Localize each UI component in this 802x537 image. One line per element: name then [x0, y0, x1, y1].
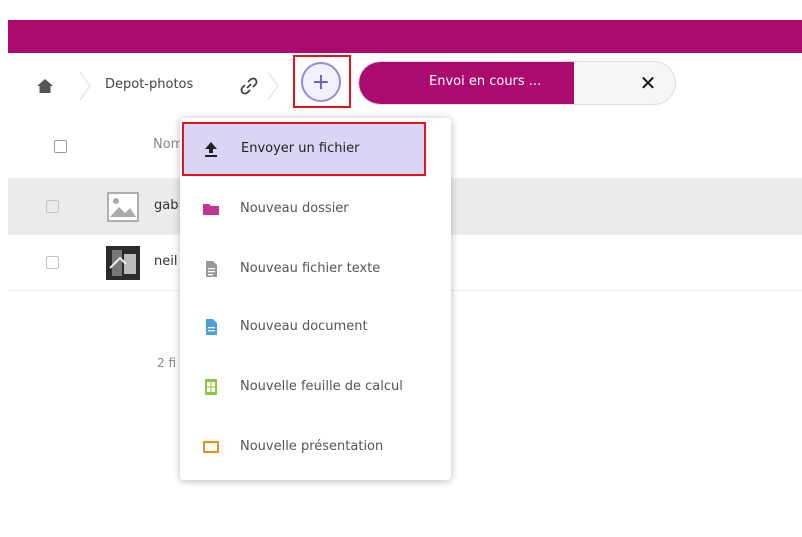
text-file-icon — [206, 261, 217, 277]
menu-item-label: Nouveau document — [240, 319, 368, 334]
breadcrumb-bar: Depot-photos + Envoi en cours ... ✕ — [8, 53, 802, 121]
share-link-icon[interactable] — [238, 75, 260, 97]
close-icon: ✕ — [639, 71, 657, 95]
menu-item-label: Nouvelle feuille de calcul — [240, 379, 403, 394]
menu-item-upload-file[interactable]: Envoyer un fichier — [182, 122, 426, 176]
image-placeholder-icon — [107, 192, 139, 222]
cancel-upload-button[interactable]: ✕ — [620, 61, 676, 105]
document-icon — [206, 319, 217, 335]
column-header-name[interactable]: Nom — [153, 137, 183, 152]
plus-icon: + — [311, 69, 331, 95]
file-name[interactable]: gab — [154, 198, 178, 213]
upload-icon — [205, 142, 217, 157]
breadcrumb-folder[interactable]: Depot-photos — [105, 77, 193, 92]
spreadsheet-icon — [205, 379, 217, 395]
menu-item-label: Nouveau fichier texte — [240, 261, 381, 276]
breadcrumb-separator — [79, 71, 91, 101]
menu-item-label: Nouvelle présentation — [240, 439, 384, 454]
menu-item-new-text-file[interactable]: Nouveau fichier texte — [180, 240, 451, 298]
folder-icon — [203, 204, 219, 215]
menu-item-label: Envoyer un fichier — [241, 141, 360, 156]
file-count-summary: 2 fi — [157, 356, 177, 370]
presentation-icon — [203, 441, 219, 453]
breadcrumb-separator — [267, 71, 279, 101]
home-icon[interactable] — [36, 77, 54, 95]
menu-item-new-presentation[interactable]: Nouvelle présentation — [180, 418, 451, 476]
row-checkbox[interactable] — [46, 256, 59, 269]
add-new-button[interactable]: + — [301, 62, 341, 102]
select-all-checkbox[interactable] — [54, 140, 67, 153]
file-name[interactable]: neil — [154, 254, 177, 269]
menu-item-new-folder[interactable]: Nouveau dossier — [180, 180, 451, 238]
menu-item-label: Nouveau dossier — [240, 201, 349, 216]
new-item-menu: Envoyer un fichier Nouveau dossier Nouve… — [180, 118, 451, 480]
top-header-bar — [8, 20, 802, 53]
photo-thumbnail — [106, 246, 140, 280]
upload-status-label: Envoi en cours ... — [429, 74, 542, 89]
row-checkbox[interactable] — [46, 200, 59, 213]
menu-item-new-document[interactable]: Nouveau document — [180, 298, 451, 356]
menu-item-new-spreadsheet[interactable]: Nouvelle feuille de calcul — [180, 358, 451, 416]
